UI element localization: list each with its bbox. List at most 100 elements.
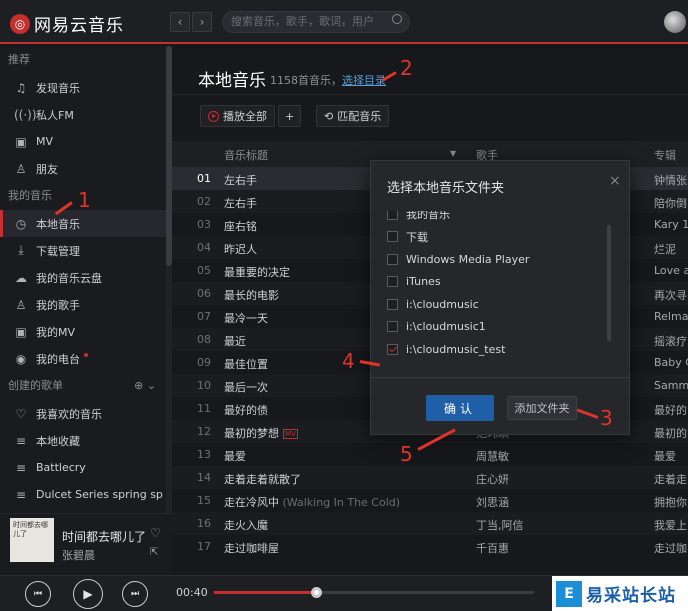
track-album[interactable]: 最爱 — [654, 448, 688, 464]
folder-option[interactable]: iTunes — [387, 271, 613, 294]
folder-list-scrollbar[interactable] — [607, 225, 611, 341]
track-album[interactable]: 钟情张 — [654, 172, 688, 188]
track-title: 最好的债 — [224, 402, 268, 418]
table-row[interactable]: 17 走过咖啡屋 千百惠 走过咖 — [172, 535, 688, 558]
top-bar: ◎ 网易云音乐 ‹ › 搜索音乐，歌手，歌词，用户 — [0, 0, 688, 44]
folder-checkbox[interactable] — [387, 211, 398, 220]
progress-knob[interactable] — [311, 587, 323, 598]
track-album[interactable]: 走过咖 — [654, 540, 688, 556]
video-icon: ▣ — [15, 324, 27, 339]
sidebar-item-cloud[interactable]: ☁ 我的音乐云盘 — [0, 264, 166, 291]
track-artist[interactable]: 周慧敏 — [476, 448, 509, 464]
track-album[interactable]: 最初的 — [654, 425, 688, 441]
track-album[interactable]: Love ar — [654, 264, 688, 277]
progress-bar[interactable] — [214, 587, 534, 598]
sidebar-item-mv[interactable]: ▣ MV — [0, 128, 166, 155]
share-icon[interactable]: ⇱ — [150, 547, 158, 558]
singer-name[interactable]: 张碧晨 — [62, 547, 95, 563]
add-folder-button[interactable]: 添加文件夹 — [507, 396, 577, 420]
sidebar-item-downloads[interactable]: ⤓ 下载管理 — [0, 237, 166, 264]
divider — [371, 377, 629, 378]
table-row[interactable]: 16 走火入魔 丁当,阿信 我爱上 — [172, 512, 688, 535]
title-text: 最初的梦想 — [224, 427, 279, 440]
column-title[interactable]: 音乐标题 — [224, 147, 268, 163]
sort-icon[interactable]: ▼ — [450, 149, 456, 158]
folder-option[interactable]: Windows Media Player — [387, 248, 613, 271]
sidebar-item-fm[interactable]: ((·)) 私人FM — [0, 101, 166, 128]
sidebar-item-playlist[interactable]: ≡ 本地收藏 — [0, 427, 166, 454]
folder-checkbox[interactable] — [387, 231, 398, 243]
next-icon[interactable]: ⏭ — [122, 581, 148, 607]
sidebar-item-local-music[interactable]: ◷ 本地音乐 — [0, 210, 166, 237]
track-album[interactable]: 走着走 — [654, 471, 688, 487]
select-directory-link[interactable]: 选择目录 — [342, 74, 386, 87]
count-text: 1158首音乐， — [270, 74, 342, 87]
sidebar-item-liked[interactable]: ♡ 我喜欢的音乐 — [0, 400, 166, 427]
forward-button[interactable]: › — [192, 12, 212, 32]
avatar[interactable] — [664, 11, 686, 33]
folder-option[interactable]: 下载 — [387, 226, 613, 249]
album-cover[interactable]: 时间都去哪儿了 — [10, 518, 54, 562]
back-button[interactable]: ‹ — [170, 12, 190, 32]
mv-badge[interactable]: MV — [283, 429, 298, 439]
like-icon[interactable]: ♡ — [150, 526, 161, 540]
search-input[interactable]: 搜索音乐，歌手，歌词，用户 — [222, 11, 410, 33]
track-album[interactable]: 我爱上 — [654, 517, 688, 533]
title-text: 最好的债 — [224, 404, 268, 417]
table-row[interactable]: 13 最爱 周慧敏 最爱 — [172, 443, 688, 466]
folder-option[interactable]: i:\cloudmusic1 — [387, 316, 613, 339]
app-logo[interactable]: ◎ 网易云音乐 — [10, 11, 124, 36]
sidebar-item-playlist[interactable]: ≡ Battlecry — [0, 454, 166, 481]
match-icon: ⟲ — [324, 109, 334, 123]
play-icon[interactable]: ▶ — [73, 579, 103, 609]
sidebar-item-radio[interactable]: ◉ 我的电台 — [0, 345, 166, 372]
track-artist[interactable]: 庄心妍 — [476, 471, 509, 487]
track-album[interactable]: 摇滚疗 — [654, 333, 688, 349]
folder-list: 我的音乐 下载 Windows Media Player iTunes i:\cloud… — [387, 211, 613, 371]
previous-icon[interactable]: ⏮ — [25, 581, 51, 607]
folder-checkbox[interactable] — [387, 253, 398, 265]
play-all-button[interactable]: 播放全部 — [200, 105, 275, 127]
folder-checkbox[interactable] — [387, 321, 398, 333]
table-row[interactable]: 14 走着走着就散了 庄心妍 走着走 — [172, 466, 688, 489]
track-album[interactable]: Samm — [654, 379, 688, 392]
sidebar-item-artists[interactable]: ♙ 我的歌手 — [0, 291, 166, 318]
search-icon[interactable] — [392, 14, 402, 24]
song-count: 1158首音乐，选择目录 — [270, 72, 386, 88]
track-artist[interactable]: 千百惠 — [476, 540, 509, 556]
track-album[interactable]: Kary 1 — [654, 218, 688, 231]
table-row[interactable]: 15 走在冷风中 (Walking In The Cold) 刘思涵 拥抱你 — [172, 489, 688, 512]
sidebar-item-friends[interactable]: ♙ 朋友 — [0, 155, 166, 182]
add-playlist-icon[interactable]: ⊕ ⌄ — [134, 372, 156, 400]
button-label: 匹配音乐 — [337, 110, 382, 123]
track-album[interactable]: 烂泥 — [654, 241, 688, 257]
track-album[interactable]: 拥抱你 — [654, 494, 688, 510]
match-music-button[interactable]: ⟲ 匹配音乐 — [316, 105, 390, 127]
track-title: 最重要的决定 — [224, 264, 290, 280]
track-artist[interactable]: 丁当,阿信 — [476, 517, 524, 533]
track-album[interactable]: 再次寻 — [654, 287, 688, 303]
song-title[interactable]: 时间都去哪儿了 — [62, 528, 146, 545]
track-album[interactable]: Relmat — [654, 310, 688, 323]
folder-checkbox[interactable] — [387, 276, 398, 288]
sidebar-item-discover[interactable]: ♫ 发现音乐 — [0, 74, 166, 101]
sidebar-item-my-mv[interactable]: ▣ 我的MV — [0, 318, 166, 345]
sidebar-item-label: Dulcet Series spring sp — [36, 488, 163, 501]
track-album[interactable]: Baby C — [654, 356, 688, 369]
track-album[interactable]: 陪你倒 — [654, 195, 688, 211]
confirm-button[interactable]: 确认 — [426, 395, 494, 421]
folder-checkbox[interactable] — [387, 298, 398, 310]
add-all-button[interactable]: + — [278, 105, 302, 127]
folder-option[interactable]: i:\cloudmusic — [387, 293, 613, 316]
close-icon[interactable]: × — [609, 173, 621, 189]
track-title: 最长的电影 — [224, 287, 279, 303]
sidebar-item-playlist[interactable]: ≡ Dulcet Series spring sp — [0, 481, 166, 508]
track-title: 昨迟人 — [224, 241, 257, 257]
track-artist[interactable]: 刘思涵 — [476, 494, 509, 510]
track-album[interactable]: 最好的 — [654, 402, 688, 418]
column-album[interactable]: 专辑 — [654, 147, 676, 163]
title-text: 左右手 — [224, 197, 257, 210]
folder-option[interactable]: i:\cloudmusic_test — [387, 338, 613, 361]
folder-option[interactable]: 我的音乐 — [387, 211, 613, 226]
folder-checkbox[interactable] — [387, 343, 398, 355]
